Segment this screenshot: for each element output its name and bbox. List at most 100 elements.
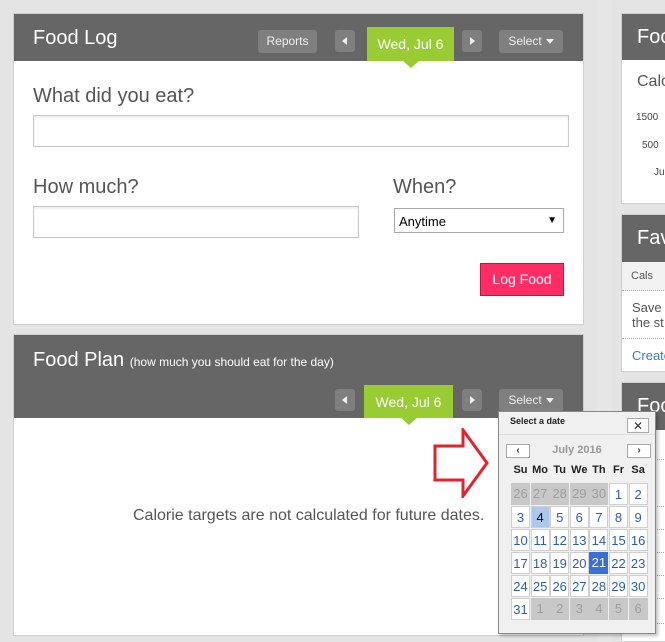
food-plan-title-text: Food Plan <box>33 349 125 371</box>
calendar-day: 4 <box>589 598 609 620</box>
food-search-input[interactable] <box>33 115 569 147</box>
calendar-day: 27 <box>530 483 550 505</box>
y-axis-label-1500: 1500 <box>636 112 659 123</box>
calendar-day: 30 <box>589 483 609 505</box>
food-plan-header: Food Plan (how much you should eat for t… <box>14 335 583 425</box>
calendar-day[interactable]: 26 <box>550 575 570 597</box>
calendar-day[interactable]: 11 <box>530 529 550 551</box>
food-log-title: Food Log <box>33 27 118 49</box>
calendar-day[interactable]: 22 <box>609 552 628 574</box>
calendar-day[interactable]: 20 <box>569 552 589 574</box>
calendar-day[interactable]: 10 <box>511 529 530 551</box>
right-panel-1-subtitle: Calo <box>637 73 665 90</box>
calendar-day[interactable]: 7 <box>589 506 609 528</box>
datepicker-popup: Select a date ✕ July 2016 ‹ › Su Mo Tu We Th… <box>498 411 656 634</box>
food-plan-title: Food Plan (how much you should eat for t… <box>33 349 334 372</box>
calendar-day[interactable]: 9 <box>628 506 648 528</box>
plan-select-label: Select <box>508 393 542 407</box>
prev-month-button[interactable]: ‹ <box>506 444 530 458</box>
when-select[interactable]: Anytime ▼ <box>394 208 564 233</box>
date-pointer-icon <box>402 61 419 68</box>
right-panel-2-header: Fav <box>622 215 665 262</box>
x-axis-label: Ju <box>654 167 665 178</box>
food-plan-subtitle: (how much you should eat for the day) <box>129 355 334 369</box>
calendar-day: 6 <box>628 598 648 620</box>
weekday-header: Tu <box>553 464 566 476</box>
calendar-day[interactable]: 31 <box>511 598 530 620</box>
select-date-button[interactable]: Select <box>499 30 563 53</box>
date-pointer-icon <box>400 418 417 425</box>
weekday-header: Mo <box>532 464 549 476</box>
weekday-header: Fr <box>613 464 624 476</box>
favorites-hint-line1: Save <box>632 300 662 315</box>
next-day-button[interactable] <box>462 30 482 52</box>
weekday-header: Th <box>592 464 606 476</box>
right-panel-1: Foo Calo 1500 500 Ju <box>621 13 665 204</box>
caret-down-icon <box>545 39 554 45</box>
reports-button[interactable]: Reports <box>258 30 317 53</box>
calendar-day[interactable]: 2 <box>628 483 648 505</box>
calendar-day[interactable]: 5 <box>550 506 570 528</box>
chevron-left-icon <box>342 396 347 404</box>
when-label: When? <box>393 176 457 198</box>
calendar-day: 26 <box>511 483 530 505</box>
calendar-day[interactable]: 12 <box>550 529 570 551</box>
calendar-day: 2 <box>550 598 570 620</box>
calendar-day[interactable]: 23 <box>628 552 648 574</box>
calendar-day[interactable]: 27 <box>569 575 589 597</box>
calendar-day-selected[interactable]: 21 <box>589 552 609 574</box>
create-link[interactable]: Create <box>632 348 665 363</box>
calendar-day-today[interactable]: 4 <box>530 506 550 528</box>
future-date-message: Calorie targets are not calculated for f… <box>133 507 485 524</box>
right-panel-2-title: Fav <box>637 227 665 249</box>
plan-next-day-button[interactable] <box>462 389 482 411</box>
food-log-date[interactable]: Wed, Jul 6 <box>367 27 454 68</box>
close-icon[interactable]: ✕ <box>627 418 649 433</box>
calendar-day[interactable]: 30 <box>628 575 648 597</box>
calendar-day[interactable]: 6 <box>569 506 589 528</box>
datepicker-header: Select a date <box>510 416 566 426</box>
food-log-date-label: Wed, Jul 6 <box>377 36 444 52</box>
calendar-day: 3 <box>569 598 589 620</box>
weekday-header: Sa <box>631 464 645 476</box>
right-panel-1-header: Foo <box>622 14 665 60</box>
calendar-day[interactable]: 13 <box>569 529 589 551</box>
plan-prev-day-button[interactable] <box>335 389 355 411</box>
plan-select-date-button[interactable]: Select <box>499 389 563 412</box>
how-much-label: How much? <box>33 176 139 198</box>
calendar-day[interactable]: 14 <box>589 529 609 551</box>
calendar-day[interactable]: 29 <box>609 575 628 597</box>
log-food-button[interactable]: Log Food <box>480 263 564 296</box>
next-month-button[interactable]: › <box>627 444 651 458</box>
calendar-day[interactable]: 24 <box>511 575 530 597</box>
calendar-day[interactable]: 28 <box>589 575 609 597</box>
calendar-day[interactable]: 19 <box>550 552 570 574</box>
y-axis-label-500: 500 <box>642 140 659 151</box>
calendar-day: 28 <box>550 483 570 505</box>
food-plan-date-label: Wed, Jul 6 <box>375 394 442 410</box>
calendar-day[interactable]: 25 <box>530 575 550 597</box>
calendar-day[interactable]: 1 <box>609 483 628 505</box>
weekday-header: We <box>571 464 588 476</box>
food-log-header: Food Log Reports Wed, Jul 6 Select <box>14 14 583 68</box>
calendar-day[interactable]: 16 <box>628 529 648 551</box>
chevron-right-icon: › <box>637 445 641 456</box>
right-panel-1-title: Foo <box>637 26 665 48</box>
quantity-input[interactable] <box>33 206 359 238</box>
food-log-panel: Food Log Reports Wed, Jul 6 Select What … <box>13 13 584 325</box>
calendar-day[interactable]: 3 <box>511 506 530 528</box>
caret-down-icon <box>545 398 554 404</box>
when-selected-value: Anytime <box>399 214 446 229</box>
calendar-day: 1 <box>530 598 550 620</box>
chevron-right-icon <box>470 396 475 404</box>
select-label: Select <box>508 34 542 48</box>
calendar-day[interactable]: 17 <box>511 552 530 574</box>
favorites-hint-line2: the st <box>632 315 664 330</box>
prev-day-button[interactable] <box>335 30 355 52</box>
calendar-day[interactable]: 18 <box>530 552 550 574</box>
calendar-day[interactable]: 8 <box>609 506 628 528</box>
chevron-right-icon <box>470 37 475 45</box>
right-panel-2: Fav Cals Save the st Create <box>621 214 665 372</box>
calendar-day[interactable]: 15 <box>609 529 628 551</box>
food-plan-date[interactable]: Wed, Jul 6 <box>364 385 453 425</box>
